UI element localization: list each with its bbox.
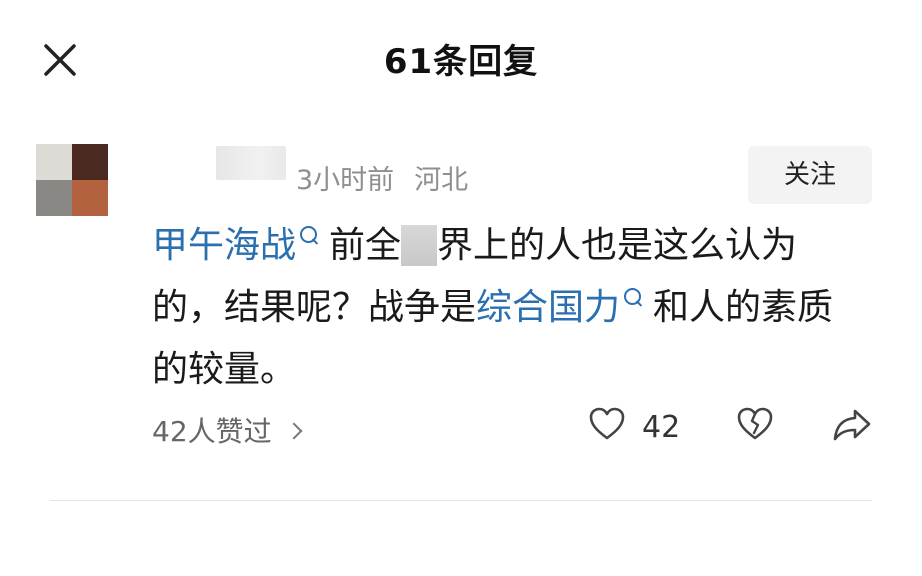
share-icon[interactable] bbox=[832, 406, 872, 442]
comment-text-part1a: 前全 bbox=[329, 225, 402, 266]
search-icon[interactable] bbox=[624, 288, 642, 305]
heart-icon[interactable] bbox=[588, 406, 626, 442]
comment-time: 3小时前 bbox=[296, 165, 395, 196]
comment-meta: 3小时前 河北 bbox=[296, 158, 468, 197]
search-icon[interactable] bbox=[300, 226, 318, 243]
likes-summary-label: 42人赞过 bbox=[152, 415, 272, 448]
topic-link-jiawu[interactable]: 甲午海战 bbox=[152, 225, 296, 266]
avatar[interactable] bbox=[36, 144, 108, 216]
likes-summary-link[interactable]: 42人赞过 bbox=[152, 410, 303, 450]
broken-heart-icon[interactable] bbox=[736, 406, 774, 442]
like-count: 42 bbox=[642, 410, 681, 445]
username-blurred[interactable] bbox=[216, 146, 286, 180]
chevron-right-icon bbox=[285, 422, 303, 440]
comment-text-blurred: 世 bbox=[401, 225, 438, 266]
follow-button[interactable]: 关注 bbox=[748, 146, 872, 204]
divider bbox=[50, 500, 872, 501]
topic-link-national-power[interactable]: 综合国力 bbox=[476, 287, 620, 328]
comment-text: 甲午海战前全世界上的人也是这么认为的，结果呢？战争是综合国力和人的素质的较量。 bbox=[152, 215, 852, 401]
page-title: 61条回复 bbox=[383, 42, 539, 82]
comment-location: 河北 bbox=[414, 165, 469, 196]
